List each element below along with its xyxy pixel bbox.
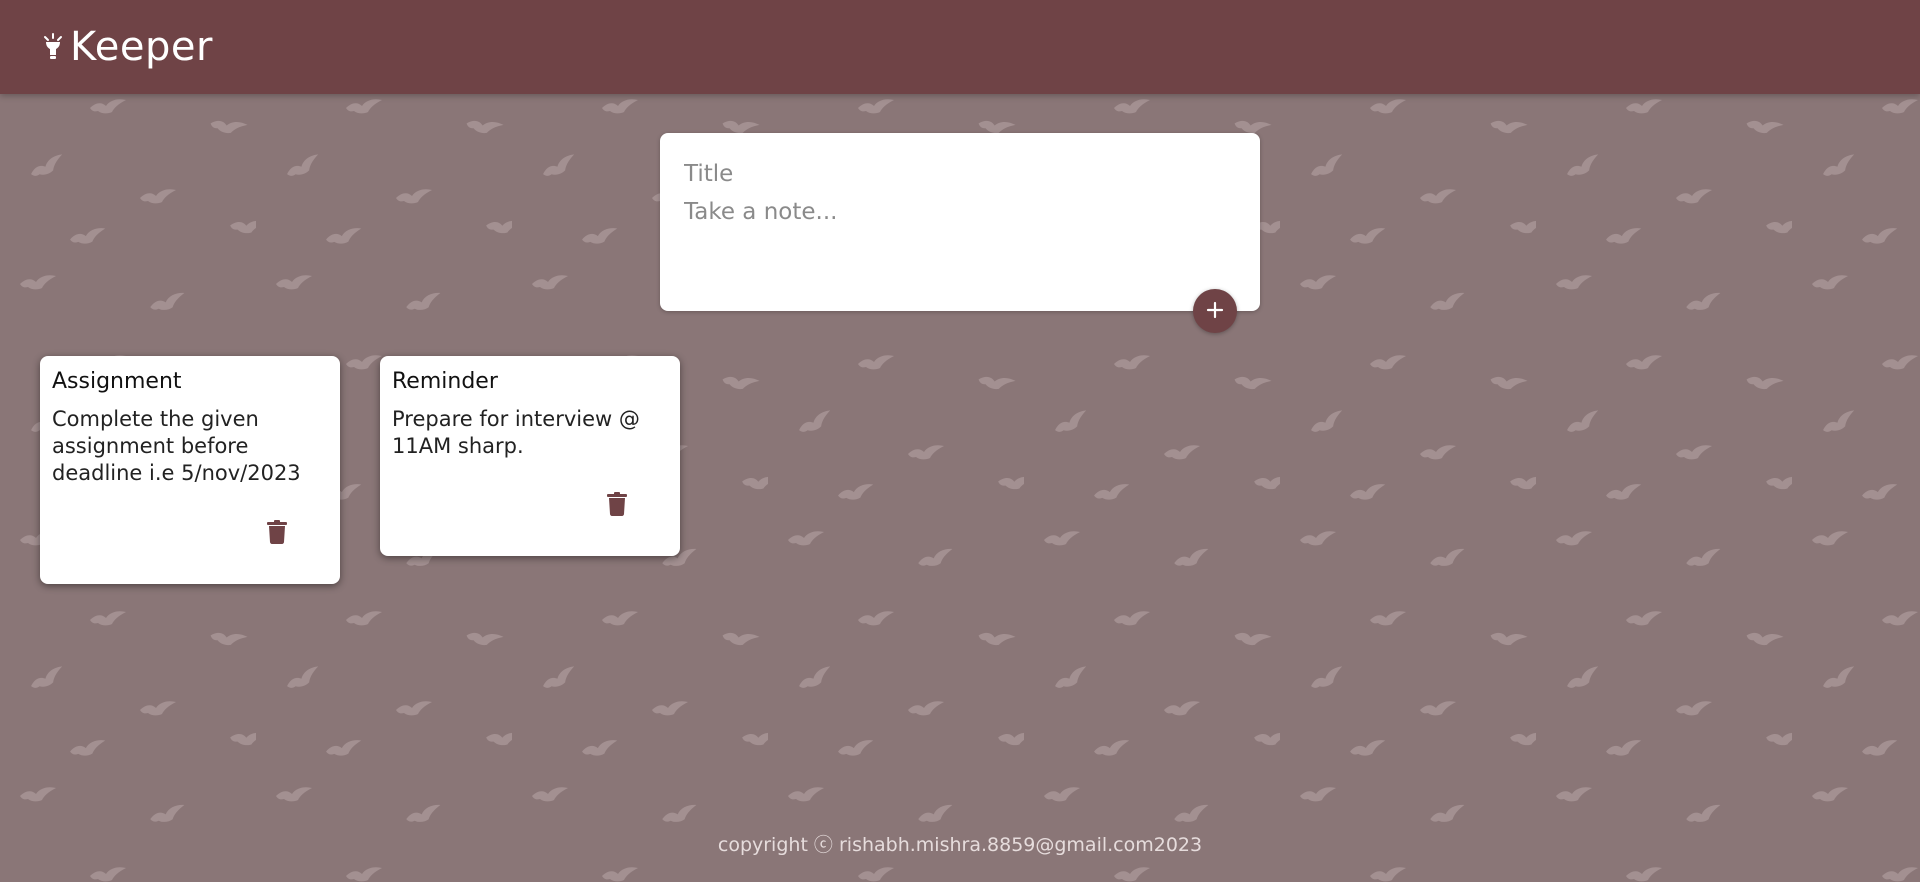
note-content-input[interactable] [684,195,1236,285]
note-title: Assignment [52,369,182,394]
note-content: Prepare for interview @ 11AM sharp. [392,407,647,458]
add-note-button[interactable] [1193,289,1237,333]
delete-note-button[interactable] [262,516,292,550]
note-card: Reminder Prepare for interview @ 11AM sh… [380,356,680,556]
note-content: Complete the given assignment before dea… [52,407,301,485]
app-title: Keeper [70,24,213,70]
app-header: Keeper [0,0,1920,94]
title-input[interactable] [684,157,1236,191]
note-card: Assignment Complete the given assignment… [40,356,340,584]
delete-note-button[interactable] [602,488,632,522]
note-composer [660,133,1260,311]
trash-icon [607,491,627,519]
app-logo: Keeper [42,22,213,72]
lightbulb-icon [42,31,64,63]
copyright-text: copyright ⓒ rishabh.mishra.8859@gmail.co… [717,834,1203,856]
footer: copyright ⓒ rishabh.mishra.8859@gmail.co… [0,830,1920,857]
trash-icon [267,519,287,547]
note-title: Reminder [392,369,498,394]
plus-icon [1204,299,1226,324]
